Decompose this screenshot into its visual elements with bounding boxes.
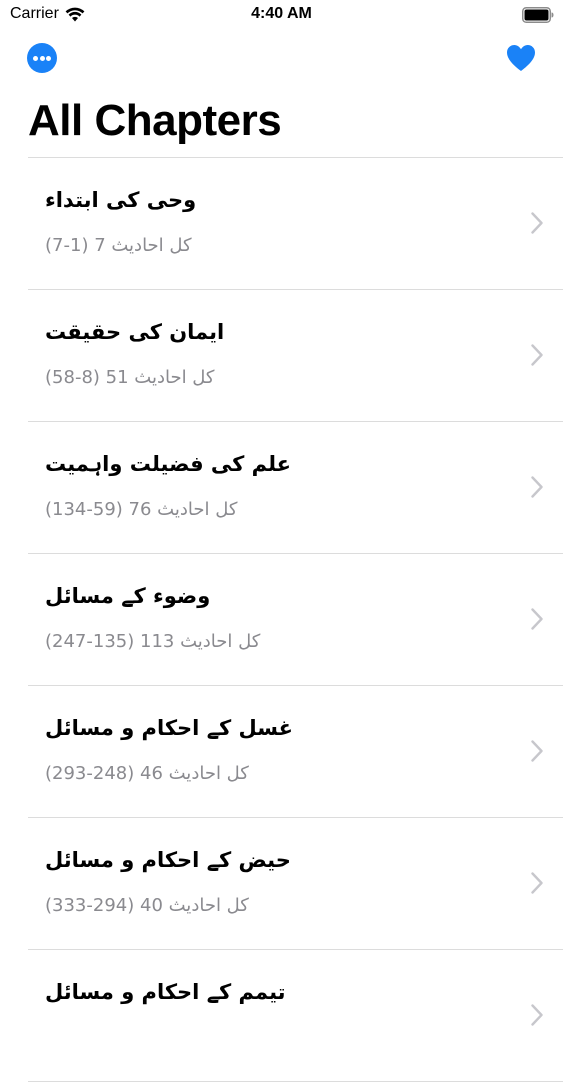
chapter-hadith-count: کل احادیث 51 (8-58) xyxy=(45,367,215,388)
chapter-row[interactable]: ایمان کی حقیقت کل احادیث 51 (8-58) xyxy=(28,290,563,422)
chapter-hadith-count: کل احادیث 113 (135-247) xyxy=(45,631,261,652)
chapter-title: ایمان کی حقیقت xyxy=(45,320,225,344)
more-dot-icon xyxy=(46,56,51,61)
status-time: 4:40 AM xyxy=(251,5,312,22)
chevron-right-icon xyxy=(531,476,543,498)
page-title: All Chapters xyxy=(28,96,282,145)
chapter-row[interactable]: تیمم کے احکام و مسائل xyxy=(28,950,563,1082)
chapter-row[interactable]: حیض کے احکام و مسائل کل احادیث 40 (294-3… xyxy=(28,818,563,950)
favorites-heart-icon[interactable] xyxy=(505,42,537,74)
chapter-list: وحی کی ابتداء کل احادیث 7 (1-7) ایمان کی… xyxy=(28,157,563,1082)
chapter-hadith-count: کل احادیث 46 (248-293) xyxy=(45,763,249,784)
chapter-title: حیض کے احکام و مسائل xyxy=(45,848,291,872)
chapter-row[interactable]: وضوء کے مسائل کل احادیث 113 (135-247) xyxy=(28,554,563,686)
chapter-title: علم کی فضیلت واہمیت xyxy=(45,452,292,476)
chapter-row[interactable]: وحی کی ابتداء کل احادیث 7 (1-7) xyxy=(28,158,563,290)
chapter-title: وضوء کے مسائل xyxy=(45,584,211,608)
battery-icon xyxy=(522,7,554,23)
more-options-button[interactable] xyxy=(27,43,57,73)
chapter-title: وحی کی ابتداء xyxy=(45,188,197,212)
chapter-hadith-count: کل احادیث 76 (59-134) xyxy=(45,499,238,520)
chapter-title: تیمم کے احکام و مسائل xyxy=(45,980,286,1004)
chevron-right-icon xyxy=(531,344,543,366)
more-dot-icon xyxy=(33,56,38,61)
status-bar: Carrier 4:40 AM xyxy=(0,0,563,30)
chevron-right-icon xyxy=(531,872,543,894)
chapter-hadith-count: کل احادیث 40 (294-333) xyxy=(45,895,249,916)
chevron-right-icon xyxy=(531,608,543,630)
chapter-title: غسل کے احکام و مسائل xyxy=(45,716,293,740)
chapter-row[interactable]: غسل کے احکام و مسائل کل احادیث 46 (248-2… xyxy=(28,686,563,818)
chevron-right-icon xyxy=(531,740,543,762)
chevron-right-icon xyxy=(531,1004,543,1026)
chapter-hadith-count: کل احادیث 7 (1-7) xyxy=(45,235,192,256)
chapter-row[interactable]: علم کی فضیلت واہمیت کل احادیث 76 (59-134… xyxy=(28,422,563,554)
more-dot-icon xyxy=(39,56,45,61)
chevron-right-icon xyxy=(531,212,543,234)
navigation-bar xyxy=(0,40,563,80)
